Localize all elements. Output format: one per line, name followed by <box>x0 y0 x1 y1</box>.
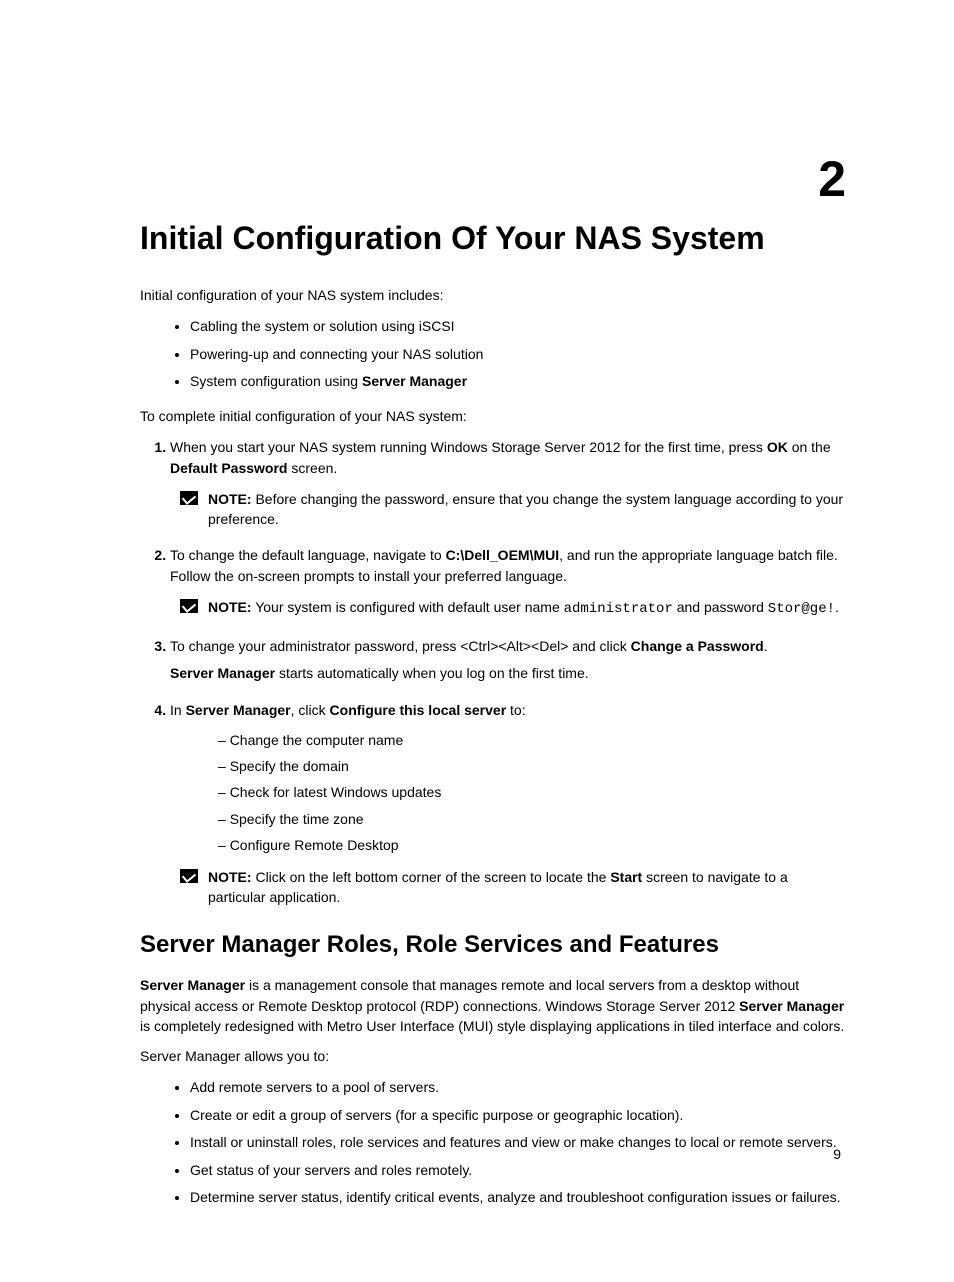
text: starts automatically when you log on the… <box>275 665 589 681</box>
list-item: Create or edit a group of servers (for a… <box>190 1104 846 1126</box>
note-block: NOTE: Before changing the password, ensu… <box>170 489 846 530</box>
text: Click on the left bottom corner of the s… <box>252 869 611 885</box>
page-number: 9 <box>833 1146 841 1162</box>
text: Your system is configured with default u… <box>252 599 564 615</box>
sm-bullet-list: Add remote servers to a pool of servers.… <box>140 1076 846 1208</box>
text: Cabling the system or solution using iSC… <box>190 318 455 334</box>
note-block: NOTE: Your system is configured with def… <box>170 597 846 619</box>
page-title: Initial Configuration Of Your NAS System <box>140 220 846 257</box>
list-item: Check for latest Windows updates <box>218 781 846 803</box>
text: screen. <box>287 460 337 476</box>
list-item: Add remote servers to a pool of servers. <box>190 1076 846 1098</box>
list-item: Get status of your servers and roles rem… <box>190 1159 846 1181</box>
list-item: Specify the time zone <box>218 808 846 830</box>
sub-paragraph: Server Manager starts automatically when… <box>170 663 846 684</box>
list-item: Specify the domain <box>218 755 846 777</box>
text: System configuration using <box>190 373 362 389</box>
note-text: NOTE: Before changing the password, ensu… <box>208 489 846 530</box>
text-bold: Server Manager <box>739 998 844 1014</box>
note-block: NOTE: Click on the left bottom corner of… <box>170 867 846 908</box>
step-item: In Server Manager, click Configure this … <box>170 700 846 908</box>
intro-paragraph: Initial configuration of your NAS system… <box>140 285 846 305</box>
list-item: System configuration using Server Manage… <box>190 370 846 392</box>
lead-paragraph: To complete initial configuration of you… <box>140 406 846 426</box>
text-mono: administrator <box>564 601 673 617</box>
step-item: When you start your NAS system running W… <box>170 437 846 530</box>
step-item: To change your administrator password, p… <box>170 636 846 684</box>
dash-list: Change the computer name Specify the dom… <box>170 729 846 857</box>
note-text: NOTE: Your system is configured with def… <box>208 597 839 619</box>
list-item: Powering-up and connecting your NAS solu… <box>190 343 846 365</box>
list-item: Install or uninstall roles, role service… <box>190 1131 846 1153</box>
text: is completely redesigned with Metro User… <box>140 1018 844 1034</box>
text: . <box>764 638 768 654</box>
note-icon <box>180 869 198 883</box>
text: To change your administrator password, p… <box>170 638 631 654</box>
text: Powering-up and connecting your NAS solu… <box>190 346 483 362</box>
note-icon <box>180 491 198 505</box>
text: To change the default language, navigate… <box>170 547 446 563</box>
text-bold: Server Manager <box>362 373 467 389</box>
chapter-number: 2 <box>818 150 846 208</box>
text-bold: C:\Dell_OEM\MUI <box>446 547 560 563</box>
text-bold: Default Password <box>170 460 287 476</box>
note-label: NOTE: <box>208 869 252 885</box>
text: , click <box>291 702 330 718</box>
text: and password <box>673 599 768 615</box>
text: . <box>835 599 839 615</box>
note-icon <box>180 599 198 613</box>
list-item: Configure Remote Desktop <box>218 834 846 856</box>
text-bold: Server Manager <box>186 702 291 718</box>
text-bold: OK <box>767 439 788 455</box>
text: Before changing the password, ensure tha… <box>208 491 843 527</box>
note-label: NOTE: <box>208 491 252 507</box>
text-bold: Configure this local server <box>330 702 507 718</box>
note-text: NOTE: Click on the left bottom corner of… <box>208 867 846 908</box>
text: to: <box>506 702 525 718</box>
text-bold: Server Manager <box>170 665 275 681</box>
list-item: Change the computer name <box>218 729 846 751</box>
text-mono: Stor@ge! <box>768 601 835 617</box>
intro-bullet-list: Cabling the system or solution using iSC… <box>140 315 846 392</box>
text: In <box>170 702 186 718</box>
text: on the <box>788 439 831 455</box>
paragraph: Server Manager is a management console t… <box>140 975 846 1036</box>
note-label: NOTE: <box>208 599 252 615</box>
list-item: Determine server status, identify critic… <box>190 1186 846 1208</box>
list-item: Cabling the system or solution using iSC… <box>190 315 846 337</box>
steps-list: When you start your NAS system running W… <box>140 437 846 907</box>
text-bold: Change a Password <box>631 638 764 654</box>
document-page: 2 Initial Configuration Of Your NAS Syst… <box>0 0 954 1282</box>
text-bold: Start <box>610 869 642 885</box>
text: When you start your NAS system running W… <box>170 439 767 455</box>
section-heading: Server Manager Roles, Role Services and … <box>140 931 846 959</box>
paragraph: Server Manager allows you to: <box>140 1046 846 1066</box>
step-item: To change the default language, navigate… <box>170 545 846 619</box>
text-bold: Server Manager <box>140 977 245 993</box>
